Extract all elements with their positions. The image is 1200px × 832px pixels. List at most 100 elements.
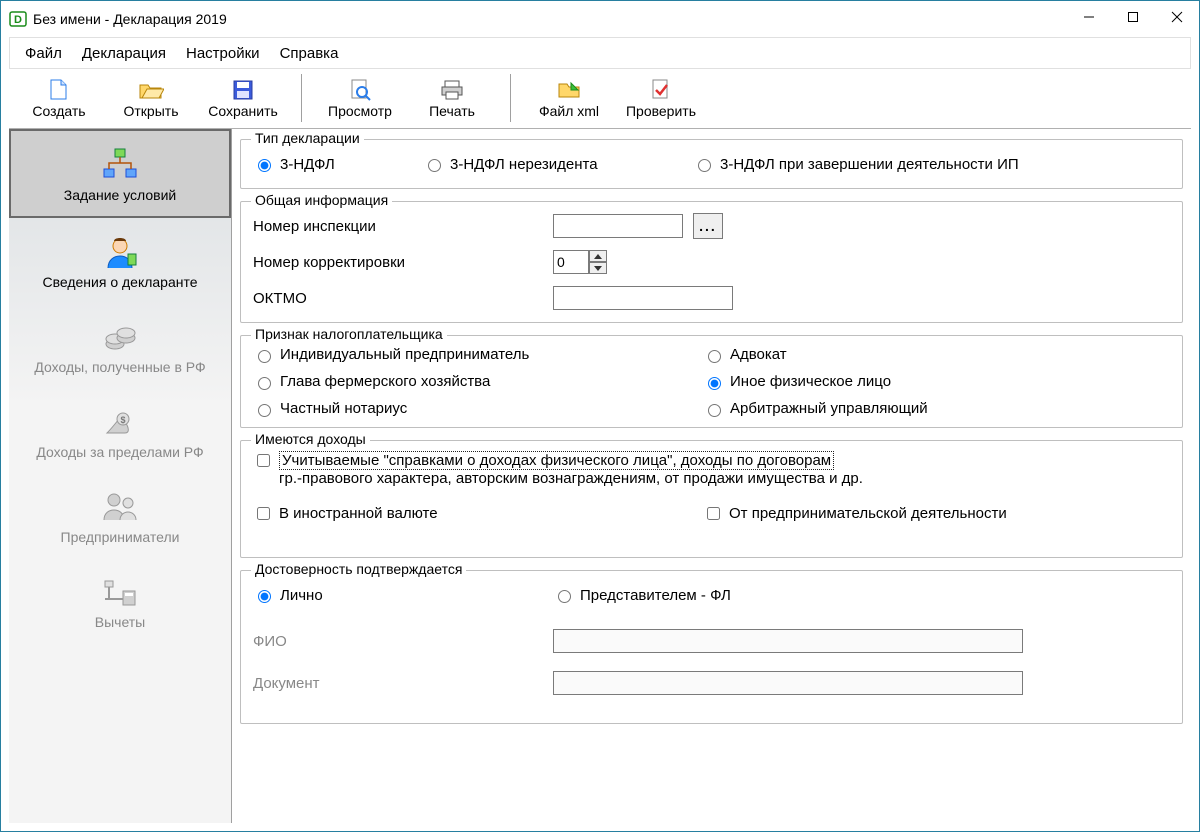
radio-other-label: Иное физическое лицо [730, 373, 891, 390]
radio-representative[interactable]: Представителем - ФЛ [553, 587, 731, 604]
radio-farmer-label: Глава фермерского хозяйства [280, 373, 490, 390]
radio-arbitr[interactable]: Арбитражный управляющий [703, 400, 1172, 417]
entrepreneurs-icon [100, 487, 140, 527]
check-foreign-label: В иностранной валюте [279, 505, 438, 522]
deductions-icon [100, 572, 140, 612]
toolbar-create-label: Создать [32, 103, 85, 119]
radio-notary[interactable]: Частный нотариус [253, 400, 693, 417]
radio-notary-label: Частный нотариус [280, 400, 407, 417]
svg-text:$: $ [120, 415, 125, 425]
fio-input [553, 629, 1023, 653]
toolbar-open[interactable]: Открыть [105, 74, 197, 122]
sidebar-declarant-label: Сведения о декларанте [42, 274, 197, 290]
radio-other-input[interactable] [708, 377, 721, 390]
radio-advocate-input[interactable] [708, 350, 721, 363]
radio-advocate-label: Адвокат [730, 346, 787, 363]
sidebar-item-deductions[interactable]: Вычеты [9, 558, 231, 643]
doc-label: Документ [253, 675, 543, 692]
toolbar-separator [510, 74, 511, 122]
app-icon: D [9, 10, 27, 28]
menu-settings[interactable]: Настройки [176, 41, 270, 66]
income-legend: Имеются доходы [251, 431, 370, 447]
radio-3ndfl-ip[interactable]: 3-НДФЛ при завершении деятельности ИП [693, 156, 1019, 173]
sidebar-item-conditions[interactable]: Задание условий [9, 129, 231, 218]
radio-farmer-input[interactable] [258, 377, 271, 390]
toolbar-save[interactable]: Сохранить [197, 74, 289, 122]
conditions-icon [100, 145, 140, 185]
radio-3ndfl-nonres[interactable]: 3-НДФЛ нерезидента [423, 156, 683, 173]
menu-help[interactable]: Справка [270, 41, 349, 66]
print-icon [440, 77, 464, 103]
check-spravki[interactable]: Учитываемые "справками о доходах физичес… [253, 451, 863, 487]
sidebar: Задание условий Сведения о декларанте [9, 129, 232, 823]
radio-self-label: Лично [280, 587, 323, 604]
radio-other[interactable]: Иное физическое лицо [703, 373, 1172, 390]
radio-3ndfl-ip-input[interactable] [698, 159, 711, 172]
correction-label: Номер корректировки [253, 254, 543, 271]
maximize-button[interactable] [1111, 2, 1155, 32]
check-business-input[interactable] [707, 507, 720, 520]
radio-advocate[interactable]: Адвокат [703, 346, 1172, 363]
sidebar-item-entrepreneurs[interactable]: Предприниматели [9, 473, 231, 558]
sidebar-income-rf-label: Доходы, полученные в РФ [34, 359, 205, 375]
radio-self-input[interactable] [258, 590, 271, 603]
radio-farmer[interactable]: Глава фермерского хозяйства [253, 373, 693, 390]
check-spravki-label-1: Учитываемые "справками о доходах физичес… [279, 451, 834, 470]
open-folder-icon [138, 77, 164, 103]
toolbar-xml[interactable]: Файл xml [523, 74, 615, 122]
sidebar-item-income-foreign[interactable]: $ Доходы за пределами РФ [9, 388, 231, 473]
toolbar-print[interactable]: Печать [406, 74, 498, 122]
toolbar-preview[interactable]: Просмотр [314, 74, 406, 122]
oktmo-input[interactable] [553, 286, 733, 310]
radio-3ndfl-nonres-input[interactable] [428, 159, 441, 172]
correction-spinner[interactable] [553, 250, 607, 274]
declarant-icon [100, 232, 140, 272]
inspection-input[interactable] [553, 214, 683, 238]
radio-3ndfl-nonres-label: 3-НДФЛ нерезидента [450, 156, 598, 173]
income-foreign-icon: $ [100, 402, 140, 442]
menu-file[interactable]: Файл [15, 41, 72, 66]
toolbar-check[interactable]: Проверить [615, 74, 707, 122]
radio-self[interactable]: Лично [253, 587, 543, 604]
minimize-button[interactable] [1067, 2, 1111, 32]
radio-arbitr-label: Арбитражный управляющий [730, 400, 928, 417]
radio-arbitr-input[interactable] [708, 404, 721, 417]
sidebar-deductions-label: Вычеты [95, 614, 146, 630]
correction-up-button[interactable] [589, 250, 607, 262]
check-foreign-input[interactable] [257, 507, 270, 520]
sidebar-item-income-rf[interactable]: Доходы, полученные в РФ [9, 303, 231, 388]
radio-ip[interactable]: Индивидуальный предприниматель [253, 346, 693, 363]
sidebar-item-declarant[interactable]: Сведения о декларанте [9, 218, 231, 303]
radio-ip-input[interactable] [258, 350, 271, 363]
sidebar-income-foreign-label: Доходы за пределами РФ [36, 444, 203, 460]
taxpayer-legend: Признак налогоплательщика [251, 326, 447, 342]
radio-representative-input[interactable] [558, 590, 571, 603]
main-form: Тип декларации 3-НДФЛ 3-НДФЛ нерезидента… [232, 129, 1191, 823]
correction-input[interactable] [553, 250, 589, 274]
check-icon [650, 77, 672, 103]
menu-declaration[interactable]: Декларация [72, 41, 176, 66]
check-foreign[interactable]: В иностранной валюте [253, 504, 693, 523]
check-spravki-input[interactable] [257, 454, 270, 467]
toolbar-open-label: Открыть [124, 103, 179, 119]
trust-legend: Достоверность подтверждается [251, 561, 466, 577]
toolbar-preview-label: Просмотр [328, 103, 392, 119]
inspection-browse-button[interactable]: ... [693, 213, 723, 239]
close-button[interactable] [1155, 2, 1199, 32]
group-general-info: Общая информация Номер инспекции ... Ном… [240, 201, 1183, 323]
window-title: Без имени - Декларация 2019 [33, 11, 227, 27]
check-business[interactable]: От предпринимательской деятельности [703, 504, 1172, 523]
toolbar-create[interactable]: Создать [13, 74, 105, 122]
radio-ip-label: Индивидуальный предприниматель [280, 346, 529, 363]
inspection-label: Номер инспекции [253, 218, 543, 235]
doc-input [553, 671, 1023, 695]
radio-notary-input[interactable] [258, 404, 271, 417]
correction-down-button[interactable] [589, 262, 607, 274]
toolbar: Создать Открыть Сохранить Просмотр Печа [9, 72, 1191, 129]
preview-icon [349, 77, 371, 103]
income-rf-icon [100, 317, 140, 357]
group-income-present: Имеются доходы Учитываемые "справками о … [240, 440, 1183, 558]
radio-3ndfl[interactable]: 3-НДФЛ [253, 156, 413, 173]
general-legend: Общая информация [251, 192, 392, 208]
radio-3ndfl-input[interactable] [258, 159, 271, 172]
